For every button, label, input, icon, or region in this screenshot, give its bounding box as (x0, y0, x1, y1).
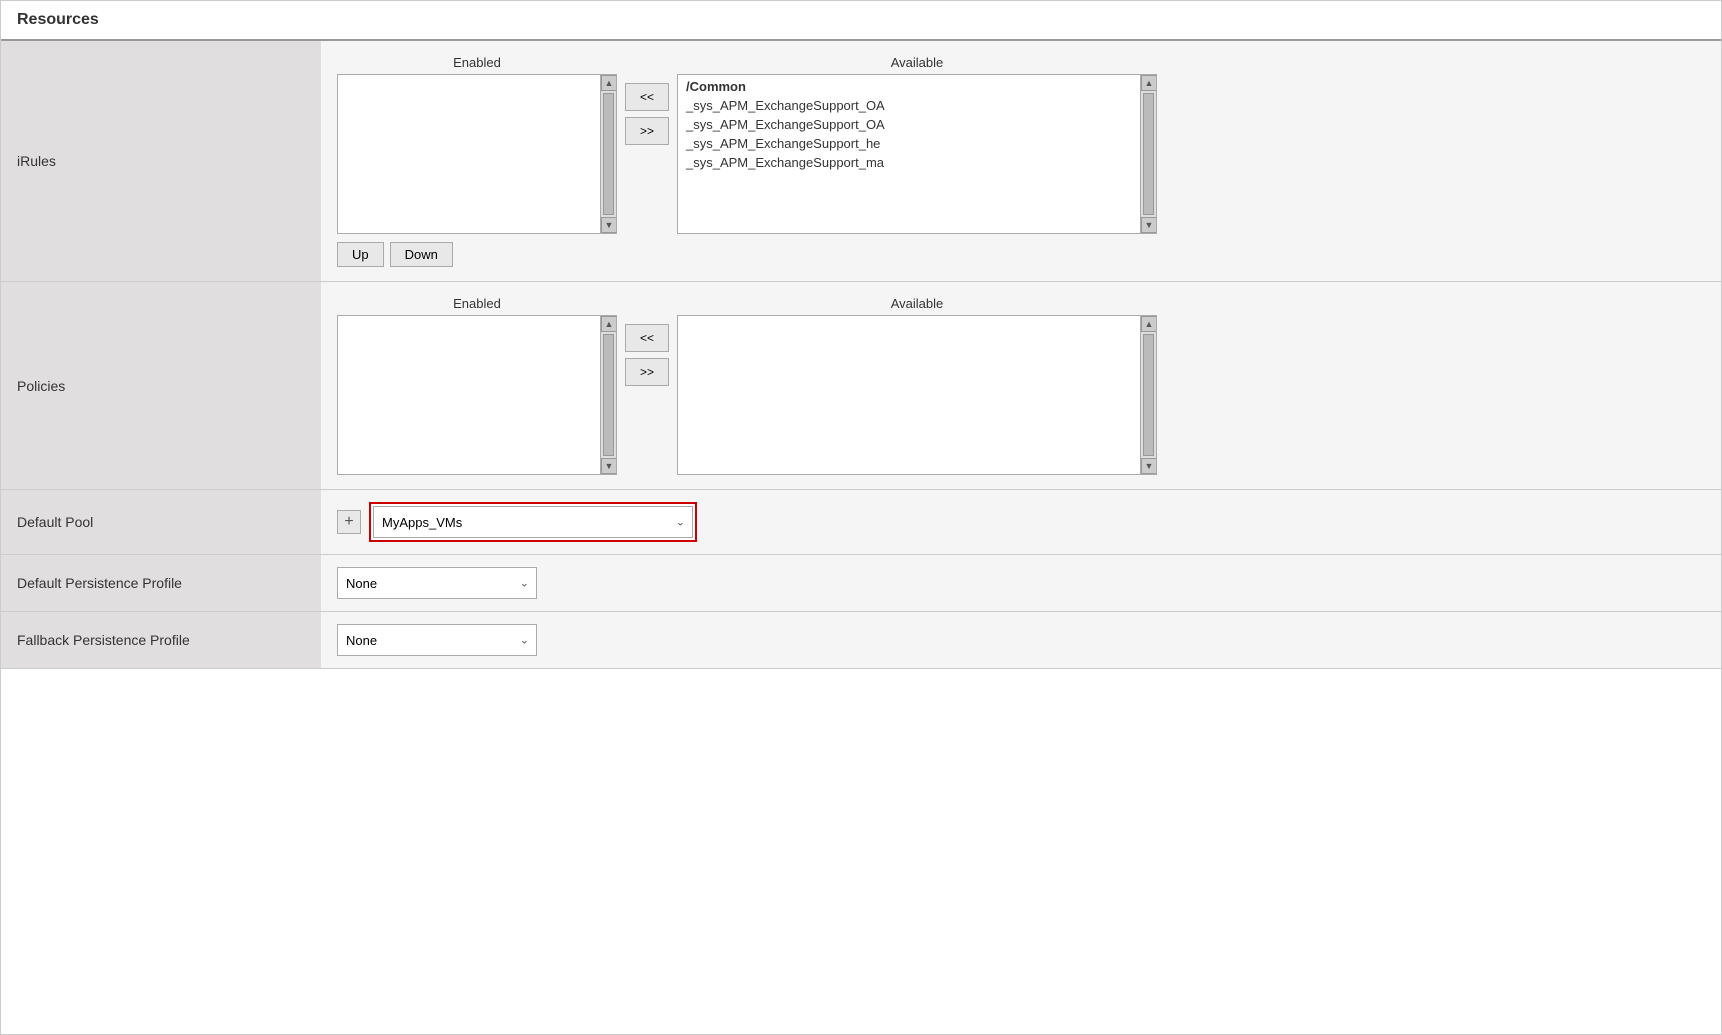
irules-move-left-button[interactable]: << (625, 83, 669, 111)
irules-enabled-section: Enabled ▲ ▼ (337, 55, 617, 234)
default-persistence-row: Default Persistence Profile None ⌄ (1, 555, 1721, 612)
irules-item-1[interactable]: _sys_APM_ExchangeSupport_OA (682, 96, 1152, 115)
fallback-persistence-row: Fallback Persistence Profile None ⌄ (1, 612, 1721, 669)
irules-enabled-scrollbar: ▲ ▼ (600, 75, 616, 233)
policies-available-scrollbar: ▲ ▼ (1140, 316, 1156, 474)
pol-avail-scroll-thumb (1143, 334, 1154, 456)
irules-item-4[interactable]: _sys_APM_ExchangeSupport_ma (682, 153, 1152, 172)
default-pool-label: Default Pool (1, 490, 321, 555)
irules-available-content: /Common _sys_APM_ExchangeSupport_OA _sys… (678, 75, 1156, 174)
irules-group-header: /Common (682, 77, 1152, 96)
policies-transfer-list: Enabled ▲ ▼ << >> (337, 296, 1705, 475)
policies-label: Policies (1, 282, 321, 490)
scroll-thumb-avail (1143, 93, 1154, 215)
policies-available-label: Available (891, 296, 944, 311)
irules-available-scrollbar: ▲ ▼ (1140, 75, 1156, 233)
default-pool-plus-button[interactable]: + (337, 510, 361, 534)
irules-content: Enabled ▲ ▼ << >> (321, 41, 1721, 282)
policies-enabled-listbox[interactable]: ▲ ▼ (337, 315, 617, 475)
irules-item-3[interactable]: _sys_APM_ExchangeSupport_he (682, 134, 1152, 153)
fallback-persistence-content: None ⌄ (321, 612, 1721, 669)
pool-row-content: + MyApps_VMs None ⌄ (337, 502, 1705, 542)
default-persistence-select[interactable]: None (337, 567, 537, 599)
irules-available-listbox[interactable]: /Common _sys_APM_ExchangeSupport_OA _sys… (677, 74, 1157, 234)
scroll-up-arrow[interactable]: ▲ (601, 75, 617, 91)
policies-available-content (678, 316, 1156, 320)
irules-enabled-listbox[interactable]: ▲ ▼ (337, 74, 617, 234)
policies-move-right-button[interactable]: >> (625, 358, 669, 386)
policies-enabled-scrollbar: ▲ ▼ (600, 316, 616, 474)
irules-transfer-buttons: << >> (625, 83, 669, 145)
pol-avail-scroll-up[interactable]: ▲ (1141, 316, 1157, 332)
page-title: Resources (17, 11, 99, 28)
scroll-up-arrow-avail[interactable]: ▲ (1141, 75, 1157, 91)
policies-content: Enabled ▲ ▼ << >> (321, 282, 1721, 490)
fallback-persistence-select[interactable]: None (337, 624, 537, 656)
policies-available-section: Available ▲ ▼ (677, 296, 1157, 475)
default-pool-row: Default Pool + MyApps_VMs None ⌄ (1, 490, 1721, 555)
fallback-persistence-select-wrapper: None ⌄ (337, 624, 537, 656)
pol-scroll-up-arrow[interactable]: ▲ (601, 316, 617, 332)
irules-updown-buttons: Up Down (337, 242, 1705, 267)
irules-item-2[interactable]: _sys_APM_ExchangeSupport_OA (682, 115, 1152, 134)
scroll-thumb (603, 93, 614, 215)
policies-available-listbox[interactable]: ▲ ▼ (677, 315, 1157, 475)
pol-avail-scroll-down[interactable]: ▼ (1141, 458, 1157, 474)
section-header: Resources (1, 1, 1721, 41)
policies-row: Policies Enabled ▲ ▼ (1, 282, 1721, 490)
policies-enabled-label: Enabled (453, 296, 501, 311)
resources-table: iRules Enabled ▲ ▼ (1, 41, 1721, 669)
scroll-down-arrow-avail[interactable]: ▼ (1141, 217, 1157, 233)
irules-move-right-button[interactable]: >> (625, 117, 669, 145)
default-persistence-content: None ⌄ (321, 555, 1721, 612)
default-persistence-label: Default Persistence Profile (1, 555, 321, 612)
policies-move-left-button[interactable]: << (625, 324, 669, 352)
policies-enabled-content (338, 316, 616, 320)
default-pool-select-wrapper-highlighted: MyApps_VMs None ⌄ (369, 502, 697, 542)
fallback-persistence-label: Fallback Persistence Profile (1, 612, 321, 669)
irules-label: iRules (1, 41, 321, 282)
default-pool-select-inner: MyApps_VMs None ⌄ (373, 506, 693, 538)
irules-available-section: Available /Common _sys_APM_ExchangeSuppo… (677, 55, 1157, 234)
policies-enabled-section: Enabled ▲ ▼ (337, 296, 617, 475)
pol-scroll-thumb (603, 334, 614, 456)
default-pool-content: + MyApps_VMs None ⌄ (321, 490, 1721, 555)
irules-enabled-label: Enabled (453, 55, 501, 70)
scroll-down-arrow[interactable]: ▼ (601, 217, 617, 233)
default-pool-select[interactable]: MyApps_VMs None (373, 506, 693, 538)
policies-transfer-buttons: << >> (625, 324, 669, 386)
default-persistence-select-wrapper: None ⌄ (337, 567, 537, 599)
irules-row: iRules Enabled ▲ ▼ (1, 41, 1721, 282)
irules-down-button[interactable]: Down (390, 242, 453, 267)
page-container: Resources iRules Enabled ▲ (0, 0, 1722, 1035)
irules-enabled-content (338, 75, 616, 79)
irules-up-button[interactable]: Up (337, 242, 384, 267)
pol-scroll-down-arrow[interactable]: ▼ (601, 458, 617, 474)
irules-transfer-list: Enabled ▲ ▼ << >> (337, 55, 1705, 234)
irules-available-label: Available (891, 55, 944, 70)
